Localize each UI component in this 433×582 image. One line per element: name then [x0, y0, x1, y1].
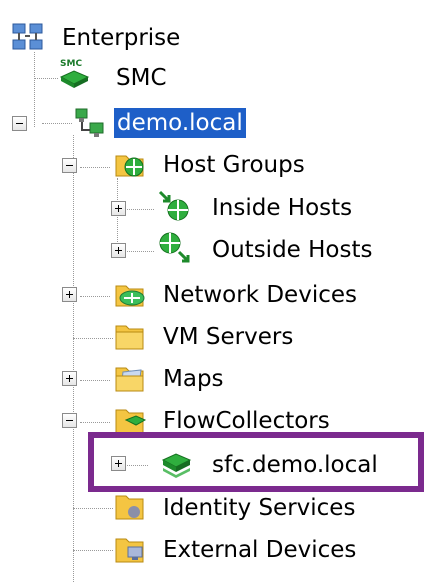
tree-item-host-groups[interactable]: Host Groups	[163, 146, 305, 184]
tree-item-label: Network Devices	[163, 282, 357, 308]
tree-view: Enterprise SMC SMC demo.local Host Group…	[0, 0, 433, 582]
tree-item-maps[interactable]: Maps	[163, 360, 224, 398]
tree-line	[34, 52, 35, 127]
tree-item-label: Enterprise	[62, 25, 181, 51]
tree-line	[124, 465, 148, 466]
tree-item-inside-hosts[interactable]: Inside Hosts	[212, 189, 352, 227]
expand-network-devices-button[interactable]	[62, 287, 77, 302]
tree-line	[80, 296, 110, 297]
tree-item-enterprise[interactable]: Enterprise	[62, 19, 180, 57]
tree-line	[80, 167, 110, 168]
tree-item-identity-services[interactable]: Identity Services	[163, 489, 355, 527]
tree-item-label: Inside Hosts	[212, 195, 353, 221]
sfc-collector-icon	[161, 453, 192, 478]
expand-outside-hosts-button[interactable]	[111, 243, 126, 258]
collapse-demo-local-button[interactable]	[12, 116, 27, 131]
smc-badge: SMC	[60, 59, 82, 69]
collapse-host-groups-button[interactable]	[62, 158, 77, 173]
tree-item-vm-servers[interactable]: VM Servers	[163, 318, 293, 356]
tree-line	[73, 135, 74, 582]
smc-server-icon: SMC	[59, 59, 90, 88]
tree-item-label: demo.local	[114, 108, 246, 138]
collapse-flowcollectors-button[interactable]	[62, 413, 77, 428]
tree-item-smc[interactable]: SMC	[116, 59, 167, 97]
tree-item-demo-local[interactable]: demo.local	[114, 104, 246, 142]
domain-computers-icon	[75, 108, 104, 137]
tree-item-outside-hosts[interactable]: Outside Hosts	[212, 231, 372, 269]
tree-item-label: Outside Hosts	[212, 237, 373, 263]
host-groups-folder-icon	[115, 155, 144, 177]
tree-line	[73, 338, 113, 339]
tree-line	[80, 422, 110, 423]
expand-maps-button[interactable]	[62, 371, 77, 386]
tree-item-label: SMC	[116, 65, 167, 91]
tree-line	[42, 123, 72, 124]
tree-item-network-devices[interactable]: Network Devices	[163, 276, 357, 314]
tree-item-label: Host Groups	[163, 152, 305, 178]
maps-folder-icon	[115, 367, 144, 392]
tree-line	[124, 209, 154, 210]
tree-item-label: Maps	[163, 366, 224, 392]
identity-services-folder-icon	[115, 495, 144, 520]
tree-line	[73, 508, 113, 509]
tree-item-label: sfc.demo.local	[212, 452, 378, 478]
expand-inside-hosts-button[interactable]	[111, 201, 126, 216]
tree-line	[80, 380, 110, 381]
tree-item-external-devices[interactable]: External Devices	[163, 531, 356, 569]
inside-hosts-icon	[158, 190, 189, 221]
expand-sfc-button[interactable]	[111, 456, 126, 471]
tree-item-label: Identity Services	[163, 495, 356, 521]
tree-line	[124, 251, 154, 252]
outside-hosts-icon	[159, 232, 190, 263]
tree-item-label: External Devices	[163, 537, 357, 563]
tree-line	[73, 550, 113, 551]
external-devices-folder-icon	[115, 538, 144, 563]
tree-line	[34, 78, 58, 79]
enterprise-network-icon	[12, 23, 43, 50]
vm-servers-folder-icon	[115, 325, 144, 350]
tree-item-sfc-demo-local[interactable]: sfc.demo.local	[212, 446, 378, 484]
tree-item-label: VM Servers	[163, 324, 294, 350]
network-devices-folder-icon	[115, 285, 145, 307]
